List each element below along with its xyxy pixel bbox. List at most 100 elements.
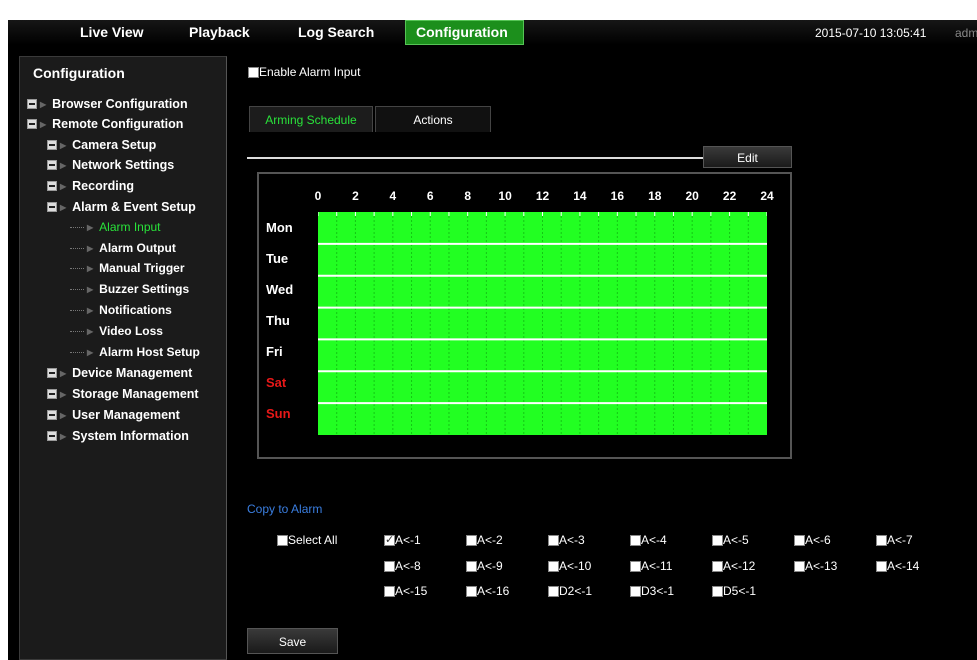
alarm-checkbox[interactable] bbox=[630, 561, 641, 573]
tree-item-camera-setup[interactable]: ▶ Camera Setup bbox=[47, 135, 156, 155]
schedule-grid[interactable] bbox=[318, 212, 767, 435]
day-label: Tue bbox=[266, 251, 289, 266]
expand-icon[interactable] bbox=[47, 180, 57, 191]
tree-item-manual-trigger[interactable]: ▶ Manual Trigger bbox=[70, 258, 185, 278]
tree-item-storage-management[interactable]: ▶ Storage Management bbox=[47, 384, 199, 404]
alarm-checkbox[interactable] bbox=[466, 586, 477, 598]
alarm-checkbox-item[interactable]: A<-2 bbox=[466, 533, 503, 547]
tree-item-alarm-host-setup[interactable]: ▶ Alarm Host Setup bbox=[70, 342, 200, 362]
tree-item-alarm-event-setup[interactable]: ▶ Alarm & Event Setup bbox=[47, 197, 196, 217]
expand-icon[interactable] bbox=[47, 159, 57, 170]
tab-actions[interactable]: Actions bbox=[375, 106, 491, 132]
alarm-checkbox-item[interactable]: A<-14 bbox=[876, 559, 919, 573]
alarm-checkbox-item[interactable]: A<-13 bbox=[794, 559, 837, 573]
alarm-checkbox[interactable] bbox=[712, 586, 723, 598]
collapse-icon[interactable] bbox=[27, 118, 37, 129]
alarm-checkbox-item[interactable]: A<-15 bbox=[384, 584, 427, 598]
arrow-icon: ▶ bbox=[87, 243, 94, 253]
alarm-checkbox-item[interactable]: A<-7 bbox=[876, 533, 913, 547]
enable-alarm-input-row[interactable]: Enable Alarm Input bbox=[248, 65, 360, 79]
tree-item-label: Alarm Output bbox=[99, 241, 176, 255]
tree-item-system-information[interactable]: ▶ System Information bbox=[47, 426, 189, 446]
tree-item-browser-configuration[interactable]: ▶ Browser Configuration bbox=[27, 94, 188, 114]
alarm-checkbox[interactable] bbox=[712, 561, 723, 573]
edit-button[interactable]: Edit bbox=[703, 146, 792, 168]
alarm-checkbox[interactable] bbox=[876, 535, 887, 547]
alarm-checkbox[interactable] bbox=[548, 535, 559, 547]
alarm-checkbox-item[interactable]: A<-4 bbox=[630, 533, 667, 547]
alarm-checkbox[interactable] bbox=[384, 533, 395, 547]
copy-to-alarm-title: Copy to Alarm bbox=[247, 502, 323, 516]
tree-item-recording[interactable]: ▶ Recording bbox=[47, 176, 134, 196]
expand-icon[interactable] bbox=[27, 98, 37, 109]
day-label: Sun bbox=[266, 406, 291, 421]
nav-tab-playback[interactable]: Playback bbox=[189, 20, 250, 45]
alarm-checkbox-item[interactable]: A<-3 bbox=[548, 533, 585, 547]
alarm-checkbox[interactable] bbox=[548, 586, 559, 598]
alarm-checkbox[interactable] bbox=[712, 535, 723, 547]
alarm-checkbox-item[interactable]: A<-11 bbox=[630, 559, 672, 573]
nav-tab-configuration[interactable]: Configuration bbox=[405, 20, 524, 45]
tree-item-video-loss[interactable]: ▶ Video Loss bbox=[70, 321, 163, 341]
alarm-checkbox-label: D2<-1 bbox=[559, 584, 593, 598]
tree-item-notifications[interactable]: ▶ Notifications bbox=[70, 300, 172, 320]
select-all-checkbox[interactable] bbox=[277, 535, 288, 547]
tree-branch bbox=[70, 352, 84, 354]
expand-icon[interactable] bbox=[47, 367, 57, 378]
tree-item-remote-configuration[interactable]: ▶ Remote Configuration bbox=[27, 114, 183, 134]
expand-icon[interactable] bbox=[47, 430, 57, 441]
tree-item-device-management[interactable]: ▶ Device Management bbox=[47, 363, 192, 383]
alarm-checkbox-item[interactable]: D2<-1 bbox=[548, 584, 592, 598]
nav-tab-log-search[interactable]: Log Search bbox=[298, 20, 374, 45]
alarm-checkbox-label: A<-10 bbox=[559, 559, 592, 573]
alarm-checkbox-label: A<-4 bbox=[641, 533, 667, 547]
alarm-checkbox[interactable] bbox=[466, 535, 477, 547]
alarm-checkbox-item[interactable]: A<-9 bbox=[466, 559, 503, 573]
tree-item-label: Recording bbox=[72, 179, 134, 193]
collapse-icon[interactable] bbox=[47, 201, 57, 212]
enable-alarm-input-checkbox[interactable] bbox=[248, 67, 259, 79]
expand-icon[interactable] bbox=[47, 409, 57, 420]
alarm-checkbox-item[interactable]: A<-1 bbox=[384, 533, 421, 547]
alarm-checkbox-item[interactable]: A<-6 bbox=[794, 533, 831, 547]
save-button[interactable]: Save bbox=[247, 628, 338, 654]
alarm-checkbox-item[interactable]: A<-8 bbox=[384, 559, 421, 573]
arrow-icon: ▶ bbox=[60, 410, 67, 420]
alarm-checkbox[interactable] bbox=[384, 586, 395, 598]
alarm-checkbox-item[interactable]: D3<-1 bbox=[630, 584, 674, 598]
tree-item-user-management[interactable]: ▶ User Management bbox=[47, 405, 180, 425]
alarm-checkbox-item[interactable]: D5<-1 bbox=[712, 584, 756, 598]
tree-item-label: Buzzer Settings bbox=[99, 282, 190, 296]
arrow-icon: ▶ bbox=[87, 263, 94, 273]
tree-item-alarm-output[interactable]: ▶ Alarm Output bbox=[70, 238, 176, 258]
top-nav-bar: Live View Playback Log Search Configurat… bbox=[8, 20, 977, 46]
tree-item-label: Video Loss bbox=[99, 324, 163, 338]
alarm-checkbox[interactable] bbox=[794, 561, 805, 573]
nav-tab-live-view[interactable]: Live View bbox=[80, 20, 144, 45]
alarm-checkbox-label: A<-15 bbox=[395, 584, 428, 598]
arrow-icon: ▶ bbox=[60, 202, 67, 212]
alarm-checkbox-label: A<-16 bbox=[477, 584, 510, 598]
alarm-checkbox[interactable] bbox=[630, 535, 641, 547]
tree-item-alarm-input[interactable]: ▶ Alarm Input bbox=[70, 217, 161, 237]
expand-icon[interactable] bbox=[47, 139, 57, 150]
alarm-checkbox-item[interactable]: A<-10 bbox=[548, 559, 591, 573]
alarm-checkbox-item[interactable]: A<-16 bbox=[466, 584, 509, 598]
alarm-checkbox[interactable] bbox=[466, 561, 477, 573]
arrow-icon: ▶ bbox=[40, 99, 47, 109]
alarm-checkbox[interactable] bbox=[876, 561, 887, 573]
alarm-checkbox[interactable] bbox=[384, 561, 395, 573]
tree-branch bbox=[70, 248, 84, 250]
alarm-checkbox[interactable] bbox=[548, 561, 559, 573]
tree-item-network-settings[interactable]: ▶ Network Settings bbox=[47, 155, 174, 175]
arrow-icon: ▶ bbox=[60, 431, 67, 441]
hour-label: 24 bbox=[760, 189, 774, 203]
alarm-checkbox-item[interactable]: A<-5 bbox=[712, 533, 749, 547]
alarm-checkbox[interactable] bbox=[794, 535, 805, 547]
tab-arming-schedule[interactable]: Arming Schedule bbox=[249, 106, 373, 132]
alarm-checkbox[interactable] bbox=[630, 586, 641, 598]
alarm-checkbox-item[interactable]: A<-12 bbox=[712, 559, 755, 573]
tree-item-buzzer-settings[interactable]: ▶ Buzzer Settings bbox=[70, 279, 189, 299]
select-all-row[interactable]: Select All bbox=[277, 533, 337, 547]
expand-icon[interactable] bbox=[47, 388, 57, 399]
